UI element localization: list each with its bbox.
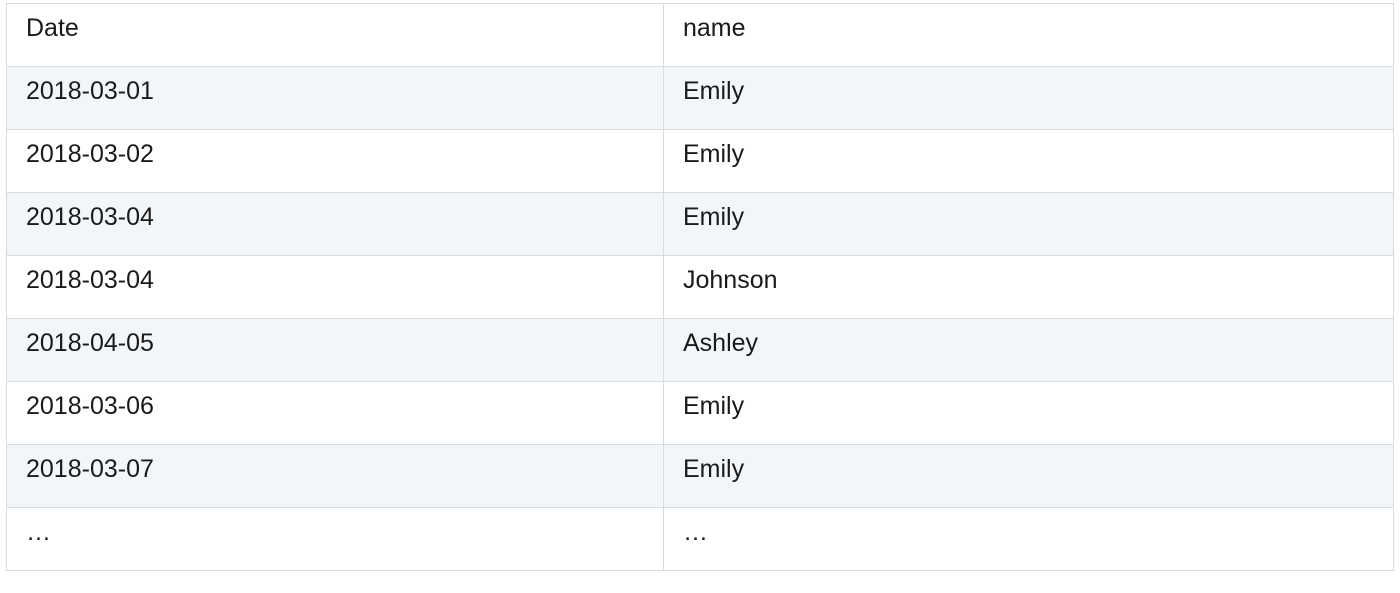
name-cell: Emily	[663, 66, 1394, 130]
table-row: 2018-03-04 Johnson	[6, 255, 1394, 319]
name-cell: Emily	[663, 129, 1394, 193]
date-cell-ellipsis: …	[6, 507, 664, 571]
table-row: 2018-03-07 Emily	[6, 444, 1394, 508]
name-cell: Emily	[663, 381, 1394, 445]
date-cell: 2018-03-04	[6, 255, 664, 319]
table-row: 2018-03-04 Emily	[6, 192, 1394, 256]
table-row-ellipsis: … …	[6, 507, 1394, 571]
table-row: 2018-03-06 Emily	[6, 381, 1394, 445]
column-header-date: Date	[6, 3, 664, 67]
name-cell: Emily	[663, 444, 1394, 508]
column-header-name: name	[663, 3, 1394, 67]
name-cell: Ashley	[663, 318, 1394, 382]
data-table-container: Date name 2018-03-01 Emily 2018-03-02 Em…	[6, 3, 1394, 571]
name-cell: Emily	[663, 192, 1394, 256]
name-cell-ellipsis: …	[663, 507, 1394, 571]
name-cell: Johnson	[663, 255, 1394, 319]
date-cell: 2018-03-07	[6, 444, 664, 508]
date-cell: 2018-03-06	[6, 381, 664, 445]
table-row: 2018-04-05 Ashley	[6, 318, 1394, 382]
date-cell: 2018-03-01	[6, 66, 664, 130]
date-cell: 2018-04-05	[6, 318, 664, 382]
data-table: Date name 2018-03-01 Emily 2018-03-02 Em…	[6, 3, 1394, 571]
table-row: 2018-03-01 Emily	[6, 66, 1394, 130]
table-header-row: Date name	[6, 3, 1394, 67]
table-row: 2018-03-02 Emily	[6, 129, 1394, 193]
date-cell: 2018-03-04	[6, 192, 664, 256]
date-cell: 2018-03-02	[6, 129, 664, 193]
